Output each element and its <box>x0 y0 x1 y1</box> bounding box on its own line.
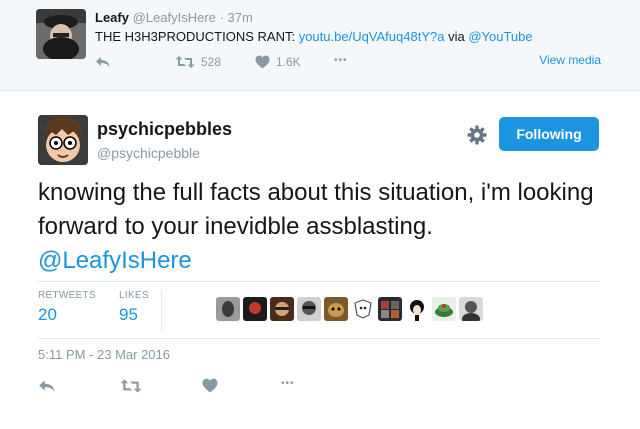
reply-icon <box>96 57 110 67</box>
more-icon: ••• <box>334 55 348 66</box>
quoted-tweet-header: Leafy @LeafyIsHere · 37m <box>95 10 253 25</box>
liker-avatar[interactable] <box>324 297 348 321</box>
heart-icon <box>255 55 270 69</box>
liker-avatar[interactable] <box>243 297 267 321</box>
retweet-button[interactable] <box>120 378 142 394</box>
more-button[interactable]: ••• <box>281 378 295 389</box>
gear-icon <box>467 125 487 145</box>
quoted-via-text: via <box>448 29 465 44</box>
liker-avatar[interactable] <box>270 297 294 321</box>
retweets-stat[interactable]: RETWEETS 20 <box>38 290 96 325</box>
liker-avatar[interactable] <box>216 297 240 321</box>
retweet-icon <box>120 379 142 393</box>
liker-avatars <box>216 297 483 321</box>
liker-avatar[interactable] <box>351 297 375 321</box>
reply-button[interactable] <box>38 378 56 394</box>
like-button[interactable] <box>202 378 218 393</box>
retweets-label: RETWEETS <box>38 290 96 301</box>
following-button[interactable]: Following <box>499 117 599 151</box>
psychicpebbles-avatar[interactable] <box>38 115 88 165</box>
likes-stat[interactable]: LIKES 95 <box>119 290 149 325</box>
quoted-tweet[interactable]: Leafy @LeafyIsHere · 37m THE H3H3PRODUCT… <box>0 0 640 91</box>
stats-separator <box>161 290 162 332</box>
quoted-like-button[interactable]: 1.6K <box>255 55 301 69</box>
retweet-icon <box>175 56 195 68</box>
settings-button[interactable] <box>466 124 488 146</box>
likes-label: LIKES <box>119 290 149 301</box>
author-name[interactable]: psychicpebbles <box>97 119 232 140</box>
tweet-text: knowing the full facts about this situat… <box>38 176 618 278</box>
tweet-mention-link[interactable]: @LeafyIsHere <box>38 244 618 278</box>
likes-count: 95 <box>119 305 138 324</box>
quoted-tweet-time[interactable]: 37m <box>227 10 252 25</box>
quoted-retweet-count: 528 <box>201 55 222 69</box>
liker-avatar[interactable] <box>378 297 402 321</box>
quoted-reply-button[interactable] <box>95 55 111 69</box>
view-media-link[interactable]: View media <box>539 53 601 67</box>
liker-avatar[interactable] <box>297 297 321 321</box>
reply-icon <box>39 380 55 392</box>
tweet-body: knowing the full facts about this situat… <box>38 179 594 240</box>
retweets-count: 20 <box>38 305 57 324</box>
stats-divider-top <box>38 281 600 282</box>
liker-avatar[interactable] <box>459 297 483 321</box>
liker-avatar[interactable] <box>432 297 456 321</box>
quoted-like-count: 1.6K <box>276 55 301 69</box>
quoted-tweet-link[interactable]: youtu.be/UqVAfuq48tY?a <box>299 29 445 44</box>
heart-icon <box>202 378 218 393</box>
more-icon: ••• <box>281 378 295 389</box>
quoted-via-account[interactable]: @YouTube <box>468 29 532 44</box>
quoted-more-button[interactable]: ••• <box>334 55 348 66</box>
liker-avatar[interactable] <box>405 297 429 321</box>
quoted-text-prefix: THE H3H3PRODUCTIONS RANT: <box>95 29 296 44</box>
quoted-retweet-button[interactable]: 528 <box>175 55 221 69</box>
time-separator: · <box>219 10 224 25</box>
stats-divider-bottom <box>38 338 600 339</box>
quoted-author-handle[interactable]: @LeafyIsHere <box>133 10 216 25</box>
quoted-tweet-text: THE H3H3PRODUCTIONS RANT: youtu.be/UqVAf… <box>95 29 533 44</box>
leafy-avatar[interactable] <box>36 9 86 59</box>
author-handle[interactable]: @psychicpebble <box>97 145 200 161</box>
tweet-timestamp[interactable]: 5:11 PM - 23 Mar 2016 <box>38 347 170 362</box>
quoted-author-name[interactable]: Leafy <box>95 10 129 25</box>
